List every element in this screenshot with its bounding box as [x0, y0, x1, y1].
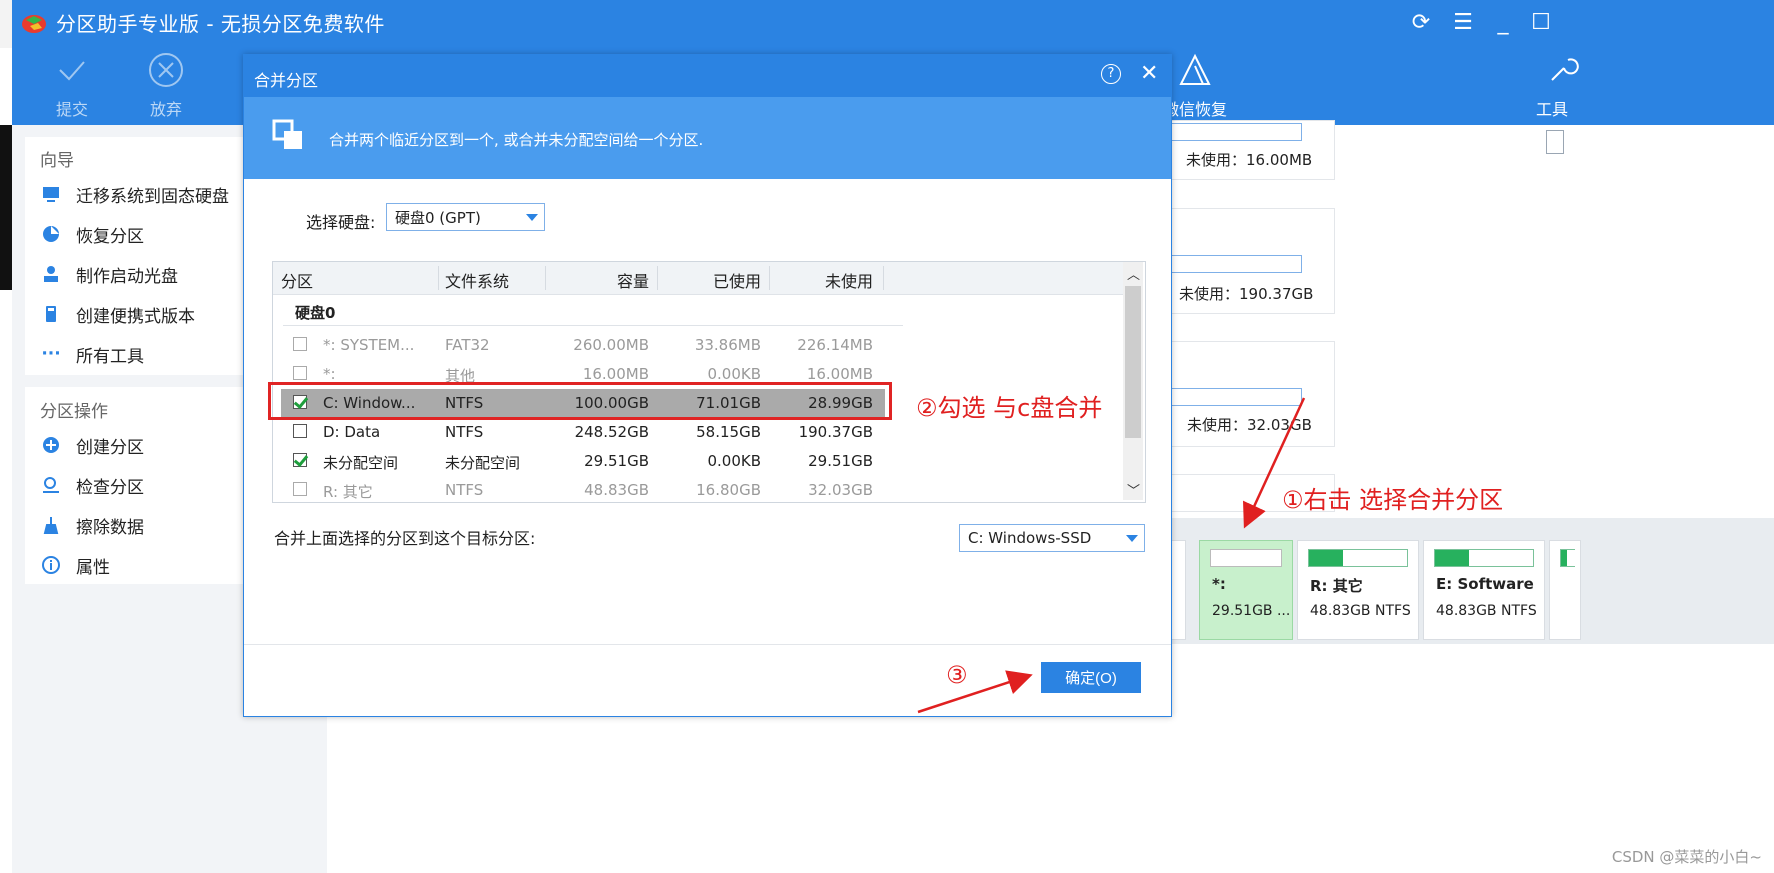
annotation-arrows: [917, 397, 1306, 714]
watermark: CSDN @菜菜的小白~: [1611, 848, 1762, 866]
arrow-step1: [1243, 397, 1306, 529]
arrow-step3: [917, 670, 1033, 714]
